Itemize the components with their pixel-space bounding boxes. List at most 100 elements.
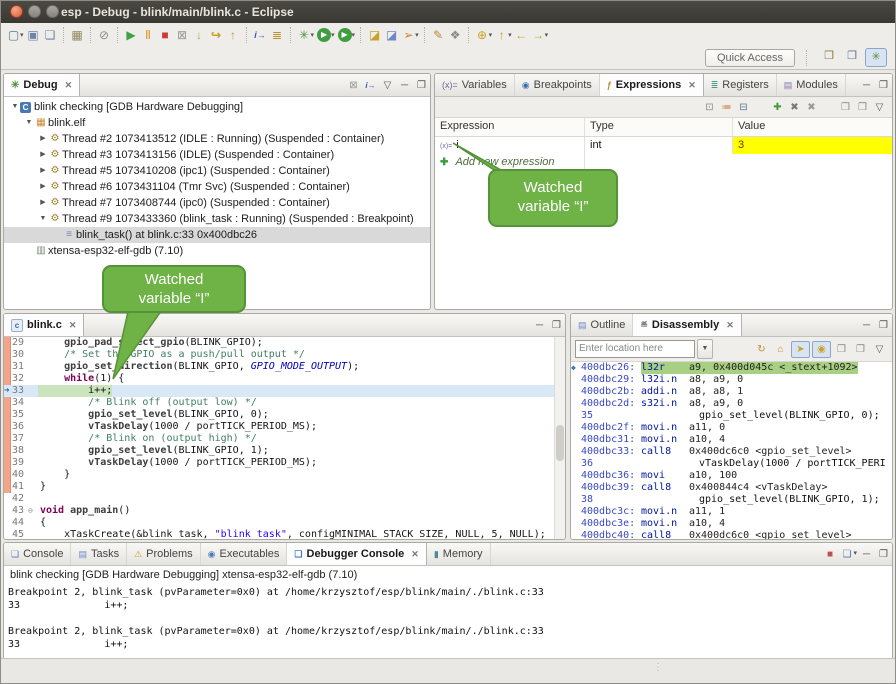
editor-line[interactable]: 29 gpio_pad_select_gpio(BLINK_GPIO); [4, 337, 565, 349]
tab-close-icon[interactable]: ✕ [688, 80, 696, 91]
editor-line[interactable]: 44{ [4, 517, 565, 529]
editor-scrollbar-thumb[interactable] [556, 425, 564, 461]
terminate-button[interactable]: ■ [157, 26, 174, 44]
new-wizard-button-dropdown-icon[interactable]: ▾ [20, 31, 24, 39]
refresh-button[interactable]: ↻ [753, 344, 770, 355]
code-editor-area[interactable]: 29 gpio_pad_select_gpio(BLINK_GPIO);30 /… [4, 337, 565, 540]
maximize-button[interactable]: ❐ [875, 320, 892, 331]
editor-line[interactable]: 41} [4, 481, 565, 493]
column-type[interactable]: Type [585, 118, 733, 136]
build-config-button[interactable]: ❖ [447, 26, 464, 44]
step-over-button[interactable]: ↪ [208, 26, 225, 44]
step-filters-button[interactable]: ≣ [269, 26, 286, 44]
debug-dropdown-button-dropdown-icon[interactable]: ▾ [311, 31, 315, 39]
disassembly-listing[interactable]: ◆400dbc26:l32ra9, 0x400d045c <_stext+109… [571, 362, 892, 540]
window-minimize-button[interactable] [28, 5, 41, 18]
disconnect-button[interactable]: ⊠ [174, 26, 191, 44]
disassembly-row[interactable]: 400dbc36:movia10, 100 [571, 470, 892, 482]
tree-twisty-icon[interactable]: ▶ [38, 131, 48, 147]
flash-button-dropdown-icon[interactable]: ▾ [415, 31, 419, 39]
debug-tree-row[interactable]: ≡blink_task() at blink.c:33 0x400dbc26 [4, 227, 430, 243]
maximize-button[interactable]: ❐ [548, 320, 565, 331]
maximize-button[interactable]: ❐ [875, 80, 892, 91]
maximize-button[interactable]: ❐ [413, 80, 430, 91]
open-perspective-button[interactable]: ❒ [819, 48, 839, 65]
show-logical-structure-button[interactable]: ≔ [718, 102, 735, 113]
editor-line[interactable]: 34 /* Blink off (output low) */ [4, 397, 565, 409]
editor-line[interactable]: 43⊖void app_main() [4, 505, 565, 517]
tab-debugger-console[interactable]: ❏Debugger Console✕ [287, 543, 426, 565]
cpp-perspective-button[interactable]: ❐ [842, 48, 862, 65]
quick-access-button[interactable]: Quick Access [705, 49, 795, 67]
disassembly-row[interactable]: 400dbc29:l32i.na8, a9, 0 [571, 374, 892, 386]
debug-tree-row[interactable]: ▼⚙Thread #9 1073433360 (blink_task : Run… [4, 211, 430, 227]
editor-line[interactable]: 30 /* Set the GPIO as a push/pull output… [4, 349, 565, 361]
show-type-names-button[interactable]: ⊡ [701, 102, 718, 113]
disassembly-row[interactable]: 400dbc31:movi.na10, 4 [571, 434, 892, 446]
home-button[interactable]: ⌂ [772, 344, 789, 355]
fold-marker-icon[interactable]: ⊖ [28, 505, 38, 517]
track-expression-toggle[interactable]: ➤ [791, 341, 810, 358]
column-value[interactable]: Value [733, 118, 892, 136]
debug-tree-row[interactable]: ▶⚙Thread #5 1073410208 (ipc1) (Suspended… [4, 163, 430, 179]
minimize-button[interactable]: ─ [858, 549, 875, 560]
editor-line[interactable]: 40 } [4, 469, 565, 481]
forward-button-dropdown-icon[interactable]: ▾ [545, 31, 549, 39]
editor-line[interactable]: 39 vTaskDelay(1000 / portTICK_PERIOD_MS)… [4, 457, 565, 469]
editor-line[interactable]: ➜33 i++; [4, 385, 565, 397]
tab-debug[interactable]: ✳ Debug ✕ [4, 74, 80, 96]
editor-line[interactable]: 36 vTaskDelay(1000 / portTICK_PERIOD_MS)… [4, 421, 565, 433]
tree-twisty-icon[interactable]: ▶ [38, 163, 48, 179]
step-return-button[interactable]: ↑ [225, 26, 242, 44]
disassembly-row[interactable]: 400dbc33:call80x400dc6c0 <gpio_set_level… [571, 446, 892, 458]
tree-twisty-icon[interactable]: ▼ [24, 115, 34, 131]
tab-blink-c[interactable]: c blink.c ✕ [4, 314, 84, 336]
disassembly-row[interactable]: 400dbc2b:addi.na8, a8, 1 [571, 386, 892, 398]
disassembly-row[interactable]: 36vTaskDelay(1000 / portTICK_PERI [571, 458, 892, 470]
format-button[interactable]: ✎ [430, 26, 447, 44]
step-into-button[interactable]: ↓ [191, 26, 208, 44]
debug-tree-row[interactable]: ▶⚙Thread #2 1073413512 (IDLE : Running) … [4, 131, 430, 147]
view-menu-button[interactable]: ▽ [379, 80, 396, 91]
build-button[interactable]: ▦ [69, 26, 86, 44]
run-dropdown-button-dropdown-icon[interactable]: ▾ [331, 31, 335, 39]
disassembly-row[interactable]: 400dbc3c:movi.na11, 1 [571, 506, 892, 518]
minimize-button[interactable]: ─ [858, 80, 875, 91]
external-tools-button-dropdown-icon[interactable]: ▾ [352, 31, 356, 39]
column-expression[interactable]: Expression [435, 118, 585, 136]
tab-expressions[interactable]: ƒExpressions✕ [600, 74, 704, 96]
expression-row[interactable]: (x)=iint3 [435, 137, 892, 154]
tree-twisty-icon[interactable]: ▶ [38, 195, 48, 211]
maximize-button[interactable]: ❐ [875, 549, 892, 560]
tab-close-icon[interactable]: ✕ [411, 549, 419, 560]
disassembly-row[interactable]: ◆400dbc26:l32ra9, 0x400d045c <_stext+109… [571, 362, 892, 374]
resume-button[interactable]: ▶ [123, 26, 140, 44]
editor-line[interactable]: 37 /* Blink on (output high) */ [4, 433, 565, 445]
tab-memory[interactable]: ▮Memory [427, 543, 491, 565]
editor-line[interactable]: 32 while(1) { [4, 373, 565, 385]
add-expression-button[interactable]: ✚ [769, 102, 786, 113]
debug-tree-row[interactable]: ▶⚙Thread #3 1073413156 (IDLE) (Suspended… [4, 147, 430, 163]
pin-view-button[interactable]: ❐ [852, 344, 869, 355]
debug-tree-row[interactable]: ▼Cblink checking [GDB Hardware Debugging… [4, 99, 430, 115]
editor-line[interactable]: 45 xTaskCreate(&blink_task, "blink_task"… [4, 529, 565, 540]
tab-close-icon[interactable]: ✕ [726, 320, 734, 331]
tab-executables[interactable]: ◉Executables [201, 543, 288, 565]
tree-twisty-icon[interactable]: ▶ [38, 147, 48, 163]
editor-line[interactable]: 38 gpio_set_level(BLINK_GPIO, 1); [4, 445, 565, 457]
disassembly-row[interactable]: 400dbc2f:movi.na11, 0 [571, 422, 892, 434]
editor-line[interactable]: 42 [4, 493, 565, 505]
minimize-button[interactable]: ─ [858, 320, 875, 331]
collapse-all-button[interactable]: ⊟ [735, 102, 752, 113]
window-close-button[interactable] [10, 5, 23, 18]
tree-twisty-icon[interactable]: ▶ [38, 179, 48, 195]
debug-tree-row[interactable]: ▶⚙Thread #6 1073431104 (Tmr Svc) (Suspen… [4, 179, 430, 195]
new-project-button[interactable]: ◪ [366, 26, 383, 44]
save-button[interactable]: ▣ [25, 26, 42, 44]
location-combo-input[interactable]: Enter location here [575, 340, 695, 358]
debug-tree-row[interactable]: ▼▦blink.elf [4, 115, 430, 131]
view-menu-button[interactable]: ▽ [871, 344, 888, 355]
remove-all-terminated-button[interactable]: ⊠ [345, 80, 362, 91]
run-dropdown-button[interactable]: ▶ [317, 28, 331, 42]
minimize-button[interactable]: ─ [396, 80, 413, 91]
